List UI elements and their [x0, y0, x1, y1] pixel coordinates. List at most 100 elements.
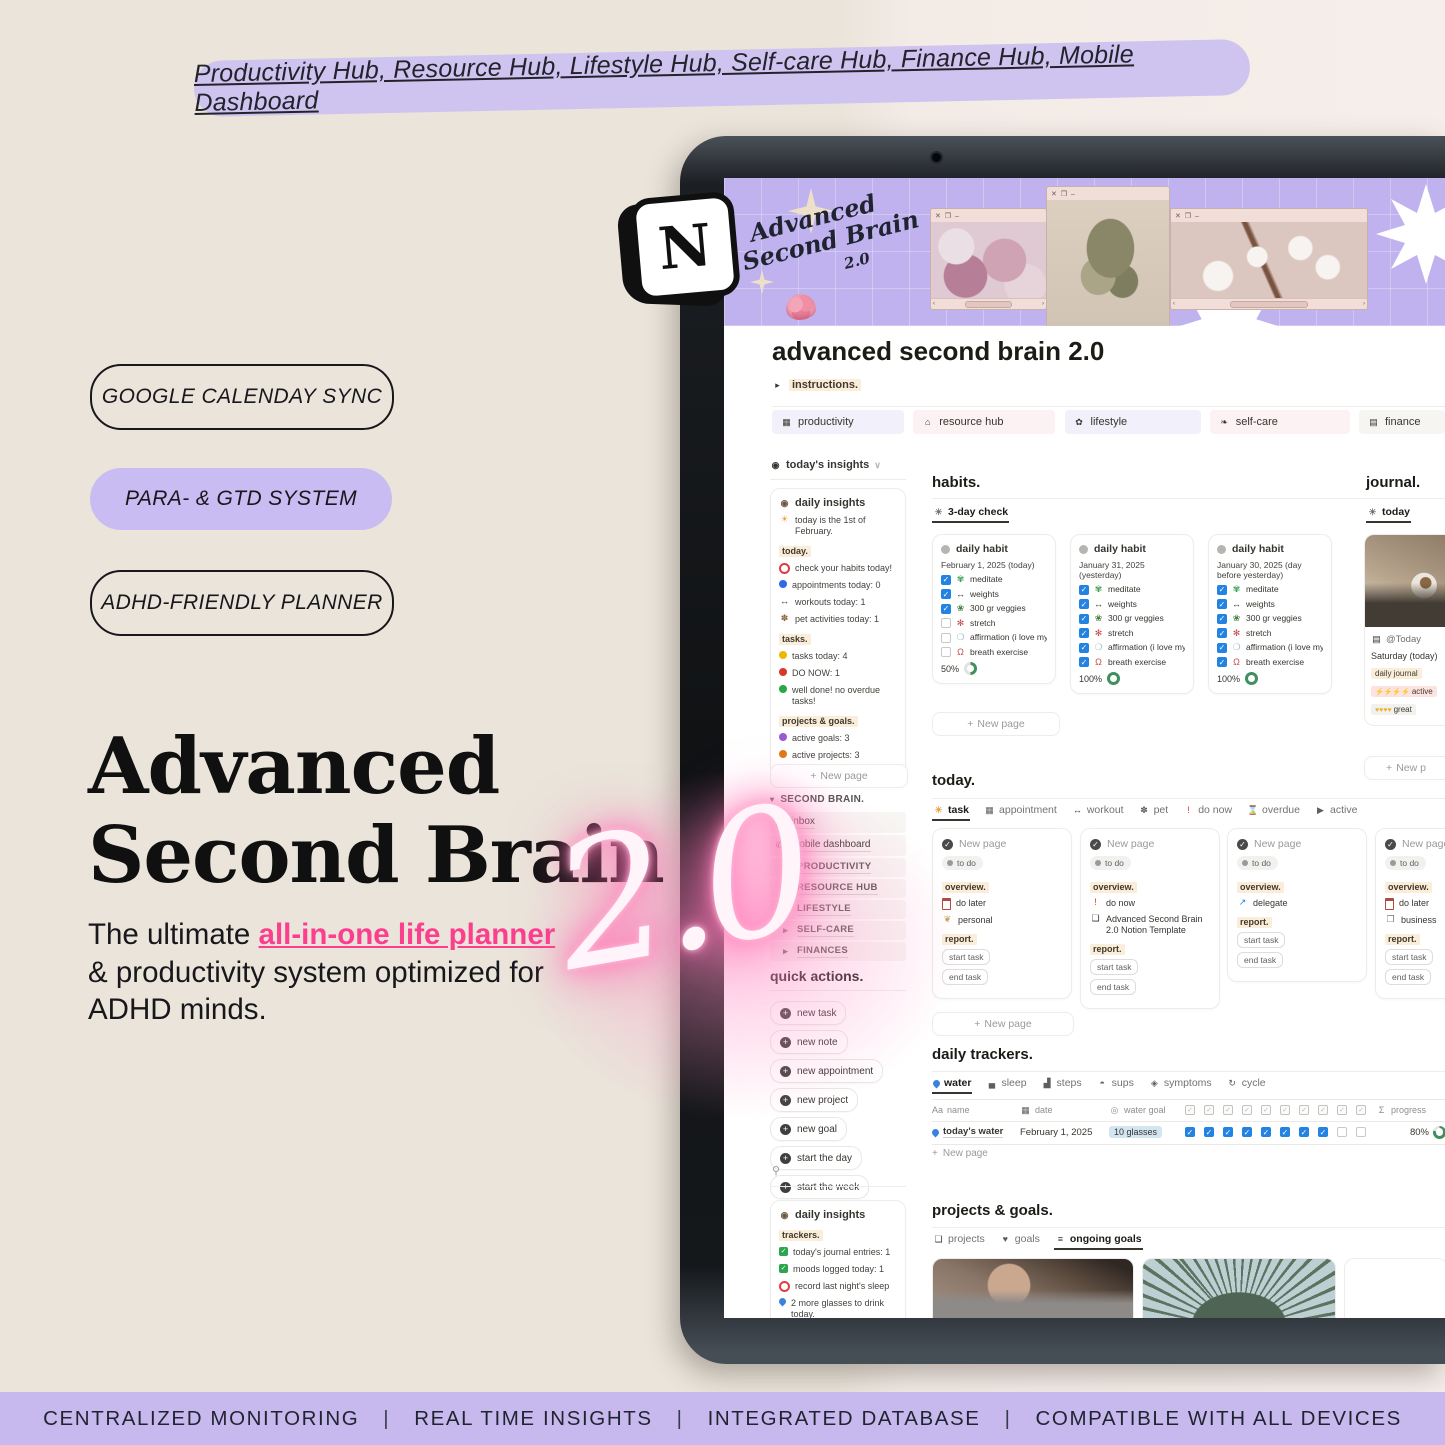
today-tab-overdue[interactable]: ⌛overdue [1246, 802, 1301, 821]
task-card[interactable]: ✓New pageto dooverview.!do now❏Advanced … [1080, 828, 1220, 1009]
task-button-start-task[interactable]: start task [1237, 932, 1285, 948]
instructions-toggle[interactable]: ▸ instructions. [772, 379, 861, 391]
quick-action-start-the-day[interactable]: +start the day [770, 1146, 862, 1170]
project-card-image[interactable] [1142, 1258, 1336, 1318]
today-tab-workout[interactable]: ↔workout [1071, 802, 1125, 821]
checkbox[interactable]: ✓ [941, 575, 951, 585]
checkbox[interactable]: ✓ [1217, 628, 1227, 638]
checkbox[interactable] [941, 618, 951, 628]
habit-item[interactable]: ✓❀300 gr veggies [1079, 614, 1185, 624]
habits-view-tab[interactable]: ☀ 3-day check [932, 504, 1009, 523]
workout-icon: ↔ [779, 597, 790, 606]
checkbox[interactable]: ✓ [941, 589, 951, 599]
project-card-image[interactable] [1344, 1258, 1445, 1318]
checkbox[interactable] [941, 633, 951, 643]
habit-item[interactable]: ✓❍affirmation (i love myself,... [1079, 643, 1185, 653]
checkbox[interactable]: ✓ [1299, 1127, 1309, 1137]
today-tab-do-now[interactable]: !do now [1182, 802, 1233, 821]
habits-new-page-button[interactable]: +New page [932, 712, 1060, 736]
widget-icon[interactable]: ⚲ [772, 1164, 780, 1177]
habit-card[interactable]: daily habitJanuary 30, 2025 (day before … [1208, 534, 1332, 694]
quick-action-new-goal[interactable]: +new goal [770, 1117, 847, 1141]
habit-item[interactable]: ✓❀300 gr veggies [1217, 614, 1323, 624]
habit-item[interactable]: ✓Ωbreath exercise [1217, 657, 1323, 667]
habit-item[interactable]: ✓✾meditate [1217, 585, 1323, 595]
tracker-tab-symptoms[interactable]: ◈symptoms [1148, 1075, 1213, 1094]
task-button-start-task[interactable]: start task [1090, 959, 1138, 975]
habit-item[interactable]: ✓❍affirmation (i love myself,... [1217, 643, 1323, 653]
checkbox[interactable]: ✓ [1223, 1127, 1233, 1137]
hub-tab-lifestyle[interactable]: ✿lifestyle [1065, 410, 1201, 434]
checkbox[interactable]: ✓ [1217, 585, 1227, 595]
habit-item[interactable]: ❍affirmation (i love myself,... [941, 633, 1047, 643]
checkbox[interactable]: ✓ [1079, 585, 1089, 595]
habit-item[interactable]: ✓✾meditate [1079, 585, 1185, 595]
checkbox[interactable]: ✓ [1079, 614, 1089, 624]
tracker-tab-steps[interactable]: ▟steps [1041, 1075, 1083, 1094]
tracker-new-page-button[interactable]: +New page [932, 1148, 988, 1159]
checkbox[interactable]: ✓ [1204, 1127, 1214, 1137]
task-button-end-task[interactable]: end task [1237, 952, 1283, 968]
checkbox[interactable]: ✓ [1079, 643, 1089, 653]
checkbox[interactable] [941, 647, 951, 657]
checkbox[interactable]: ✓ [1079, 599, 1089, 609]
status-dot-icon [1217, 545, 1226, 554]
habit-card[interactable]: daily habitJanuary 31, 2025 (yesterday)✓… [1070, 534, 1194, 694]
journal-card[interactable]: ▤ @Today Saturday (today) daily journal⚡… [1364, 534, 1445, 726]
journal-new-page-button[interactable]: +New p [1364, 756, 1445, 780]
habit-item[interactable]: ✻stretch [941, 618, 1047, 628]
todays-insights-header[interactable]: ◉ today's insights ∨ [770, 459, 881, 471]
checkbox[interactable] [1356, 1127, 1366, 1137]
tracker-tab-cycle[interactable]: ↻cycle [1226, 1075, 1267, 1094]
habit-card[interactable]: daily habitFebruary 1, 2025 (today)✓✾med… [932, 534, 1056, 684]
progress-ring [964, 662, 977, 675]
project-tab-ongoing-goals[interactable]: ≡ongoing goals [1054, 1231, 1143, 1250]
hub-tab-self-care[interactable]: ❧self-care [1210, 410, 1350, 434]
tracker-tab-sleep[interactable]: ▄sleep [985, 1075, 1027, 1094]
checkbox[interactable]: ✓ [1217, 614, 1227, 624]
checkbox[interactable]: ✓ [1217, 643, 1227, 653]
task-card[interactable]: ✓New pageto dooverview.do later❐business… [1375, 828, 1445, 999]
checkbox[interactable]: ✓ [1217, 599, 1227, 609]
window-scrollbar[interactable]: ‹› [931, 298, 1046, 309]
habit-item[interactable]: ✓✾meditate [941, 575, 1047, 585]
habit-item[interactable]: ✓✻stretch [1217, 628, 1323, 638]
hub-tab-resource-hub[interactable]: ⌂resource hub [913, 410, 1055, 434]
task-card[interactable]: ✓New pageto dooverview.↗delegatereport.s… [1227, 828, 1367, 982]
daily-insights-trackers-card[interactable]: ◉daily insightstrackers.✓today's journal… [770, 1200, 906, 1318]
daily-insights-card[interactable]: ◉daily insights☀today is the 1st of Febr… [770, 488, 906, 777]
habit-item[interactable]: ✓Ωbreath exercise [1079, 657, 1185, 667]
task-button-end-task[interactable]: end task [1090, 979, 1136, 995]
hub-tab-finance[interactable]: ▤finance [1359, 410, 1445, 434]
checkbox[interactable] [1337, 1127, 1347, 1137]
checkbox[interactable]: ✓ [1318, 1127, 1328, 1137]
checkbox[interactable]: ✓ [1261, 1127, 1271, 1137]
checkbox[interactable]: ✓ [1280, 1127, 1290, 1137]
habit-item[interactable]: ✓✻stretch [1079, 628, 1185, 638]
checkbox[interactable]: ✓ [1079, 657, 1089, 667]
checkbox[interactable]: ✓ [1079, 628, 1089, 638]
checkbox[interactable]: ✓ [1217, 657, 1227, 667]
tracker-tab-sups[interactable]: ◓sups [1096, 1075, 1135, 1094]
habit-item[interactable]: Ωbreath exercise [941, 647, 1047, 657]
today-tab-pet[interactable]: ✽pet [1138, 802, 1170, 821]
task-button-end-task[interactable]: end task [1385, 969, 1431, 985]
habit-item[interactable]: ✓❀300 gr veggies [941, 604, 1047, 614]
today-tab-active[interactable]: ▶active [1314, 802, 1358, 821]
journal-view-tab[interactable]: ☀ today [1366, 504, 1411, 523]
project-tab-goals[interactable]: ♥goals [999, 1231, 1041, 1250]
habit-progress: 100% [1217, 672, 1323, 685]
habit-item[interactable]: ✓↔weights [1217, 599, 1323, 609]
checkbox[interactable]: ✓ [1185, 1127, 1195, 1137]
checkbox[interactable]: ✓ [941, 604, 951, 614]
today-tab-appointment[interactable]: ▦appointment [983, 802, 1058, 821]
project-card-image[interactable] [932, 1258, 1134, 1318]
task-button-start-task[interactable]: start task [1385, 949, 1433, 965]
habit-item[interactable]: ✓↔weights [941, 589, 1047, 599]
quick-action-start-the-week[interactable]: +start the week [770, 1175, 869, 1199]
window-scrollbar[interactable]: ‹› [1171, 298, 1367, 309]
project-tab-projects[interactable]: ❏projects [932, 1231, 986, 1250]
checkbox[interactable]: ✓ [1242, 1127, 1252, 1137]
hub-tab-productivity[interactable]: ▦productivity [772, 410, 904, 434]
habit-item[interactable]: ✓↔weights [1079, 599, 1185, 609]
